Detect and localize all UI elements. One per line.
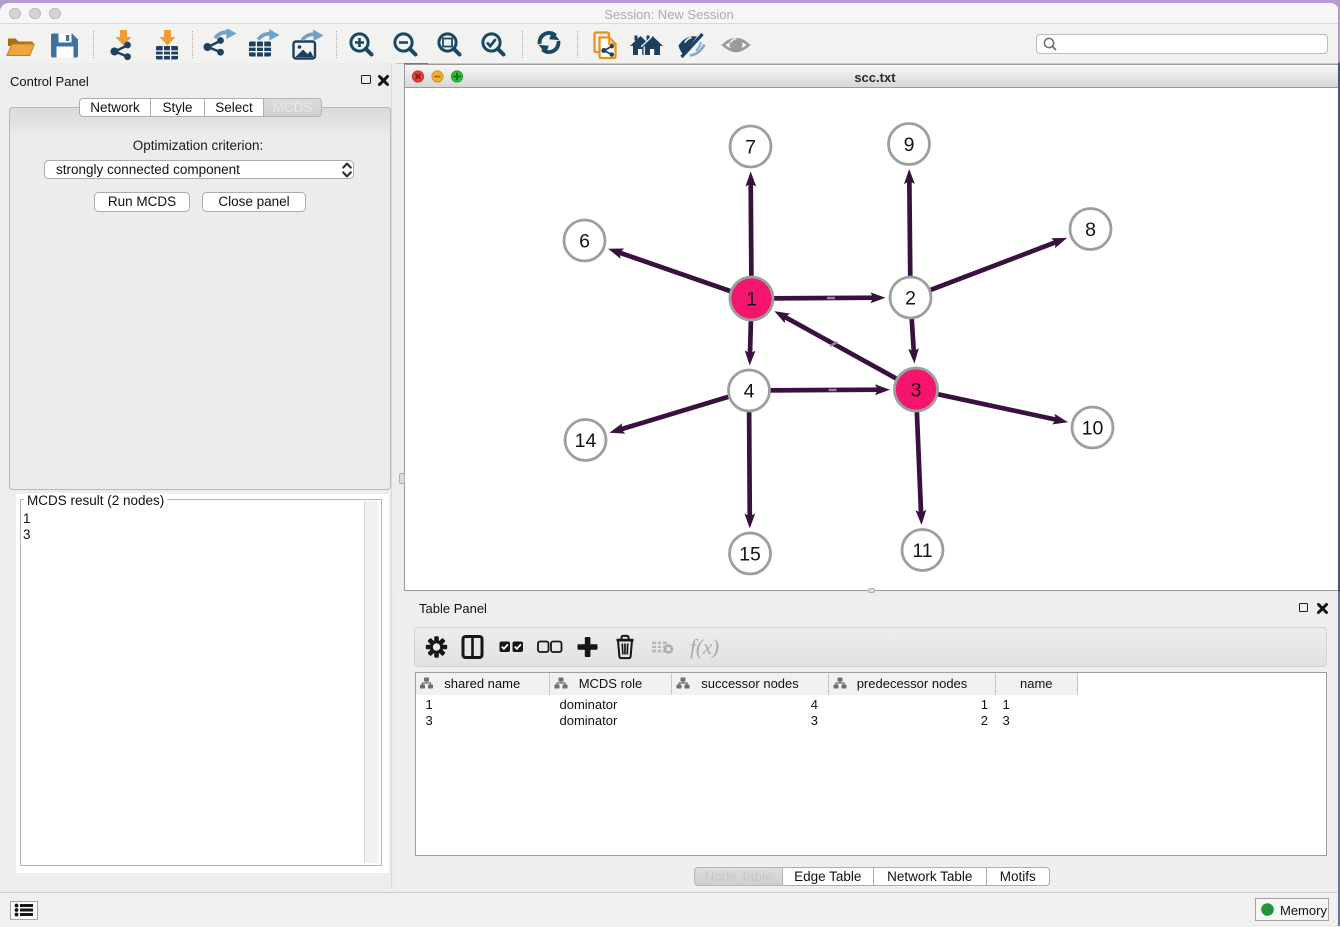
svg-text:9: 9 <box>903 133 914 155</box>
svg-text:7: 7 <box>745 136 756 158</box>
svg-text:2: 2 <box>905 287 916 309</box>
svg-text:6: 6 <box>579 230 590 252</box>
svg-text:8: 8 <box>1085 218 1096 240</box>
svg-text:14: 14 <box>574 429 596 451</box>
svg-text:f(x): f(x) <box>690 635 719 659</box>
svg-text:1: 1 <box>746 288 757 310</box>
svg-text:3: 3 <box>910 379 921 401</box>
svg-text:4: 4 <box>743 380 754 402</box>
svg-text:11: 11 <box>912 539 932 561</box>
svg-text:10: 10 <box>1081 417 1103 439</box>
svg-text:15: 15 <box>739 543 761 565</box>
